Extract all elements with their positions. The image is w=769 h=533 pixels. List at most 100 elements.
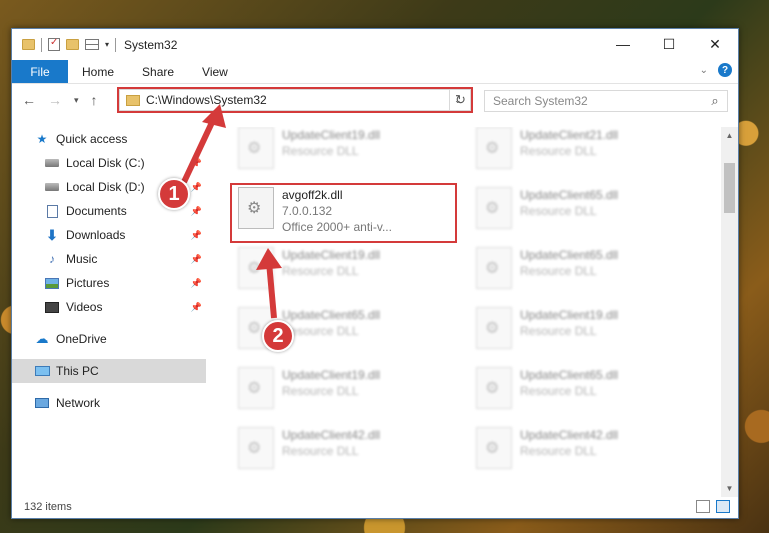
- pin-icon[interactable]: 📌: [191, 254, 202, 265]
- file-description: Resource DLL: [520, 384, 597, 398]
- file-explorer-window: ▾ System32 — ☐ ✕ File Home Share View ⌄ …: [11, 28, 739, 519]
- tab-view[interactable]: View: [188, 60, 242, 83]
- step-2-badge: 2: [262, 320, 294, 352]
- file-name: UpdateClient19.dll: [282, 368, 381, 382]
- minimize-button[interactable]: —: [600, 29, 646, 59]
- sidebar-item-network[interactable]: Network: [12, 391, 206, 415]
- large-icons-view-icon[interactable]: [716, 500, 730, 513]
- toolbar-divider: [41, 37, 42, 52]
- file-item[interactable]: UpdateClient42.dll Resource DLL: [470, 423, 690, 479]
- sidebar-item-music[interactable]: ♪ Music 📌: [12, 247, 206, 271]
- scroll-up-arrow-icon[interactable]: ▲: [721, 127, 738, 144]
- pin-icon[interactable]: 📌: [191, 158, 202, 169]
- recent-locations-chevron-icon[interactable]: ▾: [74, 95, 79, 106]
- file-item[interactable]: UpdateClient65.dll Resource DLL: [470, 183, 690, 239]
- pin-icon[interactable]: 📌: [191, 302, 202, 313]
- file-name: UpdateClient19.dll: [282, 128, 381, 142]
- sidebar-item-label: Pictures: [66, 276, 110, 290]
- view-toggle-buttons: [696, 500, 730, 513]
- file-item[interactable]: UpdateClient19.dll Resource DLL: [232, 243, 452, 299]
- dll-file-icon: [238, 427, 274, 469]
- forward-arrow-icon[interactable]: →: [48, 92, 62, 108]
- dll-file-icon: [476, 307, 512, 349]
- pin-icon[interactable]: 📌: [191, 278, 202, 289]
- file-description: Resource DLL: [282, 144, 359, 158]
- dll-file-icon: [238, 367, 274, 409]
- file-description: Resource DLL: [282, 264, 359, 278]
- item-count: 132 items: [24, 501, 72, 513]
- file-version: 7.0.0.132: [282, 204, 333, 218]
- pin-icon[interactable]: 📌: [191, 230, 202, 241]
- sidebar-item-local-disk-c[interactable]: Local Disk (C:) 📌: [12, 151, 206, 175]
- vertical-scrollbar[interactable]: ▲ ▼: [721, 127, 738, 497]
- sidebar-item-label: Network: [56, 396, 101, 410]
- sidebar-item-downloads[interactable]: ⬇ Downloads 📌: [12, 223, 206, 247]
- sidebar-item-label: Videos: [66, 300, 103, 314]
- quick-access-toolbar: ▾: [12, 37, 117, 52]
- sidebar-item-quick-access[interactable]: ★ Quick access: [12, 127, 206, 151]
- sidebar-item-label: Quick access: [56, 132, 128, 146]
- ribbon-tabs: File Home Share View ⌄ ?: [12, 60, 738, 84]
- search-icon[interactable]: ⌕: [703, 93, 727, 109]
- up-arrow-icon[interactable]: ↑: [91, 92, 98, 108]
- new-folder-icon[interactable]: [66, 39, 79, 50]
- maximize-button[interactable]: ☐: [646, 29, 692, 59]
- file-item[interactable]: UpdateClient65.dll Resource DLL: [470, 243, 690, 299]
- sidebar-item-pictures[interactable]: Pictures 📌: [12, 271, 206, 295]
- file-name: avgoff2k.dll: [282, 188, 343, 202]
- pin-icon[interactable]: 📌: [191, 206, 202, 217]
- help-icon[interactable]: ?: [718, 63, 732, 77]
- view-options-icon[interactable]: [85, 39, 99, 50]
- file-name: UpdateClient65.dll: [520, 368, 619, 382]
- dll-file-icon: [476, 367, 512, 409]
- file-name: UpdateClient42.dll: [282, 428, 381, 442]
- sidebar-item-videos[interactable]: Videos 📌: [12, 295, 206, 319]
- dll-file-icon: [476, 187, 512, 229]
- tab-share[interactable]: Share: [128, 60, 188, 83]
- sidebar-item-this-pc[interactable]: This PC: [12, 359, 206, 383]
- window-controls: — ☐ ✕: [600, 29, 738, 59]
- file-item[interactable]: UpdateClient19.dll Resource DLL: [470, 303, 690, 359]
- search-input[interactable]: [493, 94, 703, 108]
- sidebar-item-label: This PC: [56, 364, 99, 378]
- scrollbar-thumb[interactable]: [724, 163, 735, 213]
- address-folder-icon: [126, 94, 140, 106]
- file-item[interactable]: UpdateClient19.dll Resource DLL: [232, 127, 452, 179]
- file-item[interactable]: UpdateClient42.dll Resource DLL: [232, 423, 452, 479]
- sidebar-item-label: Downloads: [66, 228, 126, 242]
- refresh-icon[interactable]: ↻: [449, 89, 471, 111]
- details-view-icon[interactable]: [696, 500, 710, 513]
- file-description: Resource DLL: [520, 144, 597, 158]
- address-path[interactable]: C:\Windows\System32: [146, 93, 454, 107]
- back-arrow-icon[interactable]: ←: [22, 92, 36, 108]
- customize-toolbar-dropdown-icon[interactable]: ▾: [105, 40, 109, 49]
- computer-icon: [34, 364, 50, 378]
- expand-ribbon-chevron-icon[interactable]: ⌄: [700, 65, 708, 76]
- scroll-down-arrow-icon[interactable]: ▼: [721, 480, 738, 497]
- music-icon: ♪: [49, 252, 55, 266]
- network-icon: [34, 396, 50, 410]
- file-item[interactable]: UpdateClient19.dll Resource DLL: [232, 363, 452, 419]
- pictures-icon: [44, 276, 60, 290]
- sidebar-item-onedrive[interactable]: ☁ OneDrive: [12, 327, 206, 351]
- file-list: UpdateClient19.dll Resource DLL avgoff2k.…: [214, 127, 722, 497]
- address-bar[interactable]: C:\Windows\System32 ⌄: [119, 89, 471, 111]
- file-description: Resource DLL: [520, 204, 597, 218]
- star-icon: ★: [36, 132, 48, 146]
- search-box[interactable]: ⌕: [484, 90, 728, 112]
- close-button[interactable]: ✕: [692, 29, 738, 59]
- properties-icon[interactable]: [48, 37, 60, 51]
- file-description: Resource DLL: [520, 444, 597, 458]
- tab-home[interactable]: Home: [68, 60, 128, 83]
- step-1-badge: 1: [158, 178, 190, 210]
- tab-file[interactable]: File: [12, 60, 68, 83]
- ribbon-right-controls: ⌄ ?: [700, 63, 732, 77]
- dll-file-icon: [476, 127, 512, 169]
- status-bar: 132 items: [12, 496, 738, 518]
- file-item[interactable]: UpdateClient21.dll Resource DLL: [470, 127, 690, 179]
- documents-icon: [44, 204, 60, 218]
- file-item[interactable]: UpdateClient65.dll Resource DLL: [470, 363, 690, 419]
- pin-icon[interactable]: 📌: [191, 182, 202, 193]
- file-item-avgoff2k[interactable]: avgoff2k.dll 7.0.0.132 Office 2000+ anti…: [232, 183, 452, 239]
- videos-icon: [44, 300, 60, 314]
